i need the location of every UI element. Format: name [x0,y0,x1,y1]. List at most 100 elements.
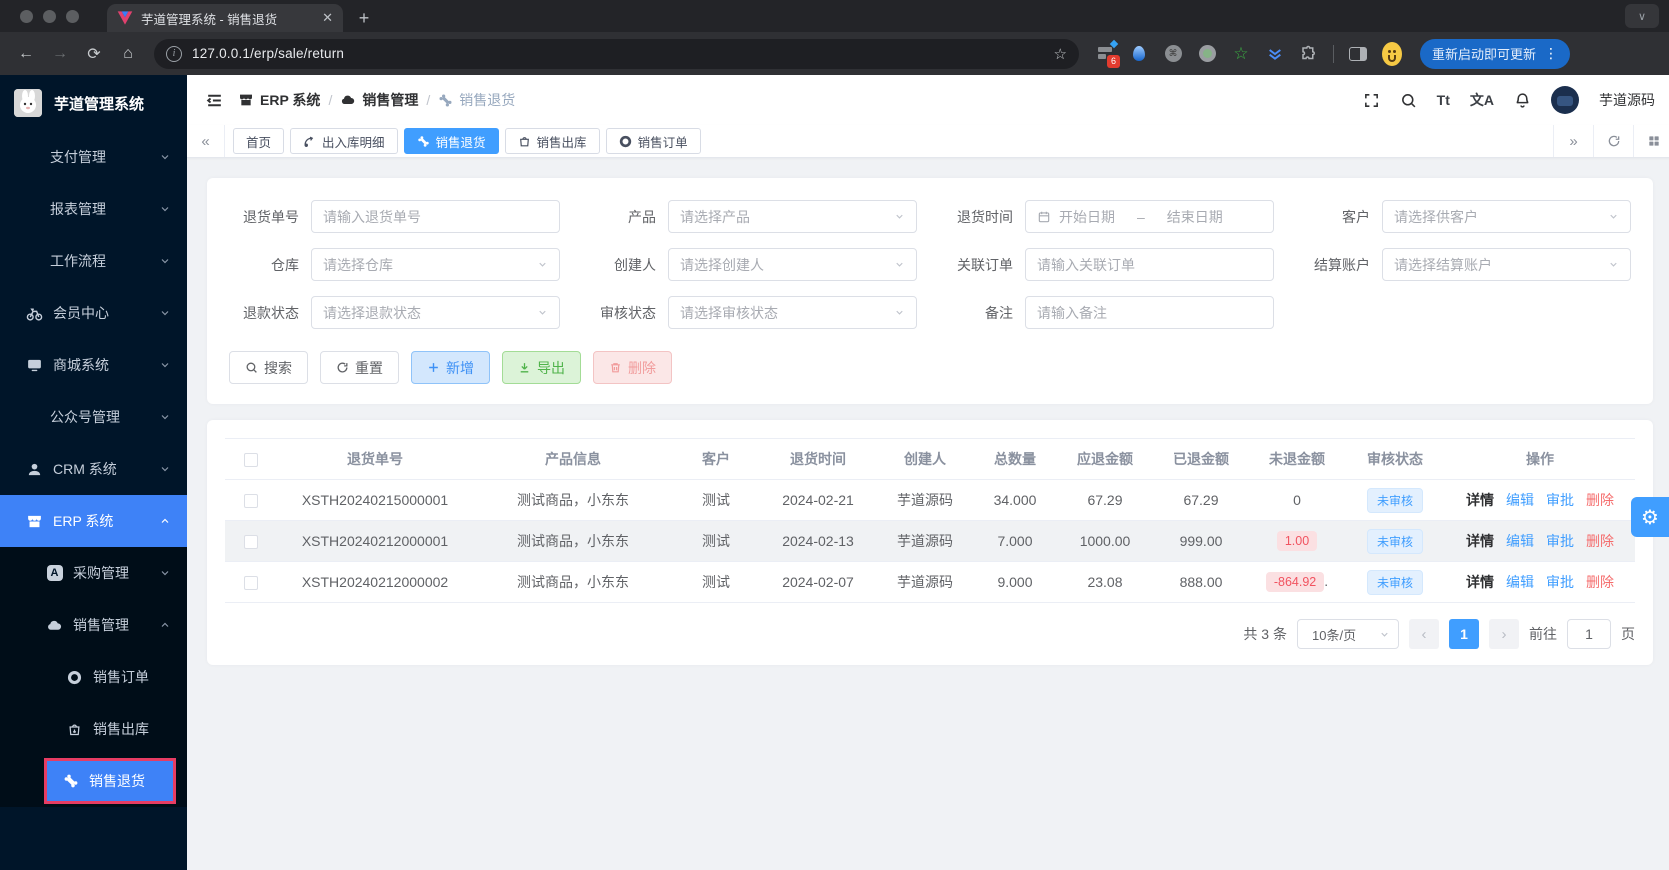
sidebar-item-crm[interactable]: CRM 系统 [0,443,187,495]
browser-update-button[interactable]: 重新启动即可更新 ⋮ [1420,39,1570,69]
tab-sale-return[interactable]: 销售退货 [404,128,499,154]
tab-inout-detail[interactable]: 出入库明细 [290,128,398,154]
row-checkbox[interactable] [244,576,258,590]
window-controls[interactable] [0,0,93,32]
reload-button[interactable]: ⟳ [78,38,110,70]
tab-sale-out[interactable]: 销售出库 [505,128,600,154]
font-size-icon[interactable]: Tt [1437,92,1450,108]
new-tab-button[interactable]: + [351,5,377,31]
approve-link[interactable]: 审批 [1546,533,1574,549]
pagination: 共 3 条 10条/页 ‹ 1 › 前往 页 [225,619,1635,649]
sidebar-item-sale-return[interactable]: 销售退货 [44,758,176,804]
tab-close-icon[interactable]: ✕ [322,10,333,26]
current-page[interactable]: 1 [1449,619,1479,649]
address-bar[interactable]: i 127.0.0.1/erp/sale/return ☆ [154,39,1079,69]
ext-balloon-icon[interactable] [1129,44,1149,64]
audit-status-select[interactable]: 请选择审核状态 [668,296,917,329]
detail-link[interactable]: 详情 [1466,533,1494,549]
settle-account-select[interactable]: 请选择结算账户 [1382,248,1631,281]
side-panel-icon[interactable] [1348,44,1368,64]
search-button[interactable]: 搜索 [229,351,308,384]
related-order-input[interactable] [1025,248,1274,281]
add-button[interactable]: 新增 [411,351,490,384]
return-no-input[interactable] [311,200,560,233]
browser-tab[interactable]: 芋道管理系统 - 销售退货 ✕ [107,4,343,32]
row-checkbox[interactable] [244,494,258,508]
sidebar-item-workflow[interactable]: 工作流程 [0,235,187,287]
app-logo[interactable]: 芋道管理系统 [0,75,187,131]
export-button[interactable]: 导出 [502,351,581,384]
ext-chevrons-icon[interactable] [1265,44,1285,64]
sidebar-item-purchase[interactable]: A 采购管理 [0,547,187,599]
edit-link[interactable]: 编辑 [1506,574,1534,590]
product-select[interactable]: 请选择产品 [668,200,917,233]
ext-green-star-icon[interactable]: ☆ [1231,44,1251,64]
detail-link[interactable]: 详情 [1466,574,1494,590]
delete-link[interactable]: 删除 [1586,533,1614,549]
creator-select[interactable]: 请选择创建人 [668,248,917,281]
tabs-scroll-right-icon[interactable]: » [1553,125,1593,157]
sidebar-item-erp[interactable]: ERP 系统 [0,495,187,547]
select-all-checkbox[interactable] [244,453,258,467]
window-chevron-button[interactable]: ∨ [1625,4,1659,28]
search-icon[interactable] [1400,92,1417,109]
edit-link[interactable]: 编辑 [1506,533,1534,549]
return-time-range-picker[interactable]: 开始日期 – 结束日期 [1025,200,1274,233]
tab-home[interactable]: 首页 [233,128,284,154]
delete-button[interactable]: 删除 [593,351,672,384]
delete-link[interactable]: 删除 [1586,574,1614,590]
fullscreen-icon[interactable] [1363,92,1380,109]
menu-fold-icon[interactable] [205,91,224,110]
profile-avatar-icon[interactable] [1382,44,1402,64]
edit-link[interactable]: 编辑 [1506,492,1534,508]
sidebar-item-mall[interactable]: 商城系统 [0,339,187,391]
ext-green-dot-icon[interactable] [1197,44,1217,64]
extensions-puzzle-icon[interactable] [1299,44,1319,64]
prev-page-button[interactable]: ‹ [1409,619,1439,649]
sidebar-item-sale-order[interactable]: 销售订单 [0,651,187,703]
tabs-layout-icon[interactable] [1633,125,1669,157]
home-button[interactable]: ⌂ [112,38,144,70]
tab-sale-order[interactable]: 销售订单 [606,128,701,154]
sidebar-item-payment[interactable]: 支付管理 [0,131,187,183]
sidebar-item-sale-out[interactable]: 销售出库 [0,703,187,755]
site-info-icon[interactable]: i [166,46,182,62]
sidebar-item-sale-mgmt[interactable]: 销售管理 [0,599,187,651]
goto-page-input[interactable] [1567,619,1611,649]
page-size-select[interactable]: 10条/页 [1297,619,1399,649]
remark-input[interactable] [1025,296,1274,329]
next-page-button[interactable]: › [1489,619,1519,649]
language-icon[interactable]: 文A [1470,90,1494,110]
erp-submenu: A 采购管理 销售管理 销售订单 销售出库 销售退货 [0,547,187,807]
table-row: XSTH20240212000001 测试商品，小东东 测试 2024-02-1… [225,521,1635,562]
user-avatar[interactable] [1551,86,1579,114]
tabs-scroll-left-icon[interactable]: « [187,125,225,157]
warehouse-select[interactable]: 请选择仓库 [311,248,560,281]
sidebar-item-mp[interactable]: 公众号管理 [0,391,187,443]
sidebar-item-report[interactable]: 报表管理 [0,183,187,235]
customer-select[interactable]: 请选择供客户 [1382,200,1631,233]
reset-button[interactable]: 重置 [320,351,399,384]
delete-link[interactable]: 删除 [1586,492,1614,508]
theme-settings-button[interactable]: ⚙ [1631,497,1669,537]
username[interactable]: 芋道源码 [1599,90,1655,110]
approve-link[interactable]: 审批 [1546,574,1574,590]
url-text[interactable]: 127.0.0.1/erp/sale/return [192,46,1054,61]
bell-icon[interactable] [1514,92,1531,109]
row-checkbox[interactable] [244,535,258,549]
extensions-strip: 6 ⌘ ☆ [1087,44,1410,64]
forward-button[interactable]: → [44,38,76,70]
ext-gray-circle-icon[interactable]: ⌘ [1163,44,1183,64]
ext-blocks-icon[interactable]: 6 [1095,44,1115,64]
field-related-order: 关联订单 [943,248,1274,281]
approve-link[interactable]: 审批 [1546,492,1574,508]
back-button[interactable]: ← [10,38,42,70]
bookmark-icon[interactable]: ☆ [1054,45,1067,63]
tabs-refresh-icon[interactable] [1593,125,1633,157]
breadcrumb-erp[interactable]: ERP 系统 [238,90,320,110]
browser-menu-icon[interactable]: ⋮ [1544,45,1558,62]
sidebar-item-member[interactable]: 会员中心 [0,287,187,339]
detail-link[interactable]: 详情 [1466,492,1494,508]
refund-status-select[interactable]: 请选择退款状态 [311,296,560,329]
breadcrumb-sale-mgmt[interactable]: 销售管理 [340,90,418,110]
